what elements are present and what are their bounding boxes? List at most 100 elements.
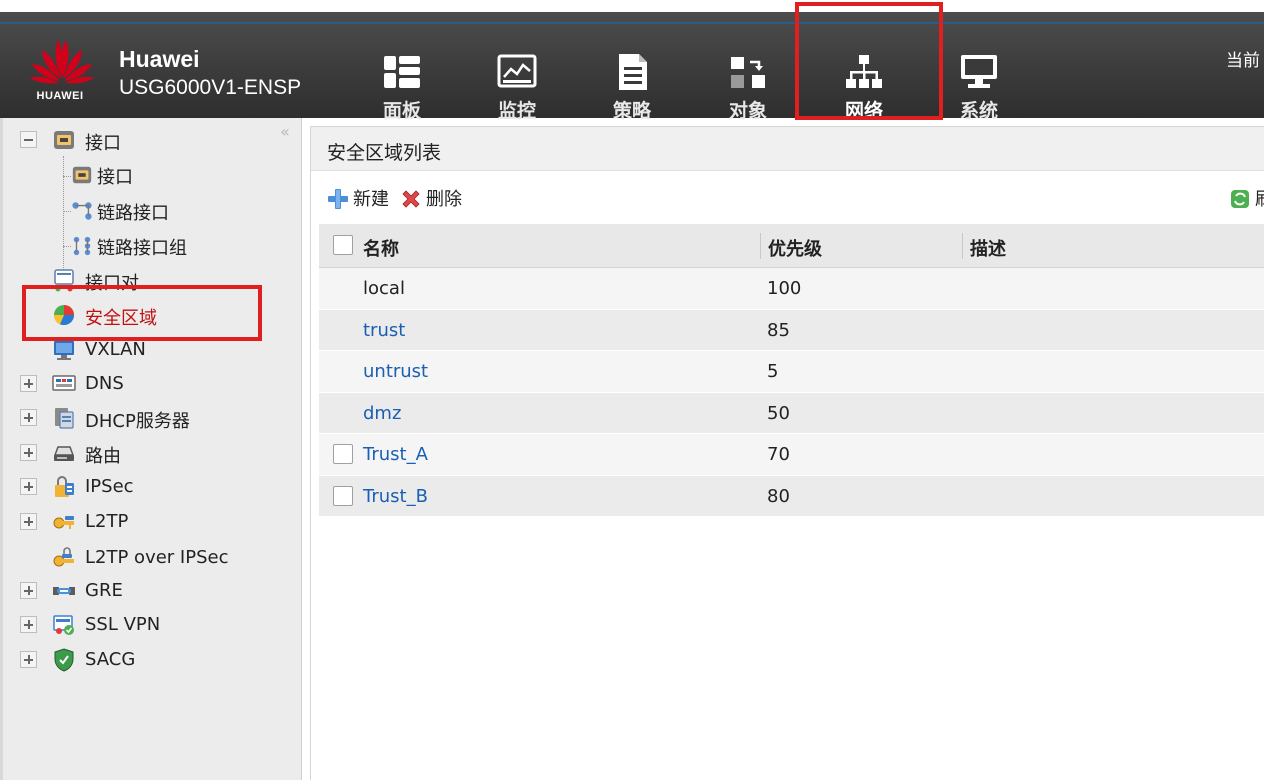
sidebar-item-label: 链路接口组: [97, 238, 187, 259]
vxlan-icon: [54, 341, 74, 360]
sidebar-item-label: DHCP服务器: [85, 411, 190, 432]
sidebar-item-dns[interactable]: DNS: [20, 370, 220, 398]
sidebar-collapse-button[interactable]: «: [280, 122, 290, 141]
interface-icon: [54, 131, 74, 149]
sacg-shield-icon: [54, 648, 74, 672]
sidebar-group-interface[interactable]: 接口: [20, 126, 180, 154]
new-button[interactable]: 新建: [327, 185, 407, 211]
nav-dashboard[interactable]: 面板: [352, 24, 452, 130]
nav-label: 对象: [728, 100, 767, 122]
sidebar-item-routing[interactable]: 路由: [20, 439, 220, 467]
zone-name-link[interactable]: untrust: [363, 361, 428, 382]
sidebar-left-edge: [0, 118, 3, 780]
zone-priority: 70: [767, 444, 790, 465]
zone-priority: 100: [767, 278, 802, 299]
gre-tunnel-icon: [53, 587, 75, 595]
logo-wordmark: HUAWEI: [36, 90, 84, 102]
new-button-label: 新建: [353, 189, 389, 210]
zone-name-link[interactable]: Trust_B: [363, 486, 428, 507]
sidebar-item-label: 路由: [85, 446, 121, 467]
sidebar-item-interface[interactable]: 接口: [71, 162, 191, 188]
policy-icon: [619, 54, 647, 90]
table-row[interactable]: local 100: [319, 268, 1264, 310]
sidebar-item-sacg[interactable]: SACG: [20, 646, 220, 674]
expand-toggle-icon[interactable]: [20, 616, 37, 633]
zone-name-link[interactable]: dmz: [363, 403, 401, 424]
column-divider[interactable]: [962, 233, 963, 259]
ssl-vpn-icon: [53, 615, 74, 635]
current-user-label: 当前: [1226, 51, 1260, 71]
refresh-icon: [1231, 190, 1249, 208]
table-row[interactable]: untrust 5: [319, 351, 1264, 393]
l2tp-key-icon: [53, 516, 74, 529]
sidebar-item-label: VXLAN: [85, 339, 146, 360]
nav-label: 策略: [612, 100, 651, 122]
expand-toggle-icon[interactable]: [20, 375, 37, 392]
row-checkbox[interactable]: [333, 485, 353, 506]
sidebar-item-label: SACG: [85, 649, 136, 670]
table-row[interactable]: Trust_A 70: [319, 434, 1264, 476]
zone-name-link[interactable]: Trust_A: [363, 444, 428, 465]
sidebar: « 接口 接口 链路接口 链路接口组 接口对 安全区域 VXLAN DNS DH…: [0, 118, 302, 780]
sidebar-item-label: 接口: [97, 167, 133, 188]
tree-connector: [63, 211, 71, 212]
column-header-description[interactable]: 描述: [970, 235, 1006, 261]
tree-connector: [63, 246, 71, 247]
row-checkbox[interactable]: [333, 444, 353, 464]
delete-button[interactable]: 删除: [400, 185, 480, 211]
sidebar-item-label: 接口: [85, 133, 121, 154]
dhcp-server-icon: [55, 408, 74, 429]
refresh-button-label: 刷: [1255, 185, 1264, 211]
table-row[interactable]: dmz 50: [319, 392, 1264, 434]
nav-monitor[interactable]: 监控: [467, 24, 567, 130]
object-icon: [731, 57, 765, 88]
sidebar-item-link-interface[interactable]: 链路接口: [71, 198, 211, 224]
sidebar-item-l2tp[interactable]: L2TP: [20, 508, 220, 536]
column-divider[interactable]: [760, 233, 761, 259]
expand-toggle-icon[interactable]: [20, 651, 37, 668]
dns-icon: [52, 375, 76, 391]
router-icon: [53, 446, 75, 461]
expand-toggle-icon[interactable]: [20, 478, 37, 495]
l2tp-over-ipsec-icon: [53, 547, 74, 567]
expand-toggle-icon[interactable]: [20, 582, 37, 599]
nav-policy[interactable]: 策略: [582, 24, 682, 130]
expand-toggle-icon[interactable]: [20, 409, 37, 426]
sidebar-item-label: L2TP over IPSec: [85, 547, 229, 568]
expand-toggle-icon[interactable]: [20, 444, 37, 461]
refresh-button[interactable]: 刷: [1229, 185, 1264, 211]
sidebar-item-ipsec[interactable]: IPSec: [20, 473, 220, 501]
table-row[interactable]: trust 85: [319, 309, 1264, 351]
dashboard-icon: [384, 56, 420, 88]
interface-icon: [72, 166, 92, 184]
collapse-toggle-icon[interactable]: [20, 131, 37, 148]
sidebar-item-label: SSL VPN: [85, 614, 161, 635]
top-header: HUAWEI Huawei USG6000V1-ENSP 面板 监控 策略 对象…: [0, 0, 1264, 122]
sidebar-item-label: L2TP: [85, 511, 129, 532]
sidebar-item-link-interface-group[interactable]: 链路接口组: [71, 233, 231, 259]
expand-toggle-icon[interactable]: [20, 513, 37, 530]
sidebar-item-ssl-vpn[interactable]: SSL VPN: [20, 611, 220, 639]
add-icon: [328, 189, 348, 209]
page-title: 安全区域列表: [327, 142, 442, 164]
sidebar-item-dhcp-server[interactable]: DHCP服务器: [20, 404, 240, 432]
sidebar-item-l2tp-over-ipsec[interactable]: L2TP over IPSec: [20, 544, 260, 572]
delete-button-label: 删除: [426, 189, 462, 210]
nav-object[interactable]: 对象: [698, 24, 798, 130]
column-header-name[interactable]: 名称: [363, 235, 399, 261]
nav-system[interactable]: 系统: [929, 24, 1029, 130]
column-header-priority[interactable]: 优先级: [768, 235, 822, 261]
select-all-checkbox[interactable]: [333, 235, 353, 255]
zone-name: local: [363, 278, 405, 299]
panel-header: 安全区域列表: [311, 127, 1264, 171]
link-interface-icon: [72, 202, 92, 220]
zone-name-link[interactable]: trust: [363, 320, 405, 341]
monitor-icon: [497, 54, 537, 88]
sidebar-item-gre[interactable]: GRE: [20, 577, 220, 605]
table-row[interactable]: Trust_B 80: [319, 475, 1264, 517]
nav-network-highlight-box: [795, 2, 943, 120]
nav-label: 面板: [382, 100, 421, 122]
tree-connector: [63, 176, 71, 177]
ipsec-lock-icon: [55, 476, 74, 497]
nav-label: 监控: [497, 100, 536, 122]
